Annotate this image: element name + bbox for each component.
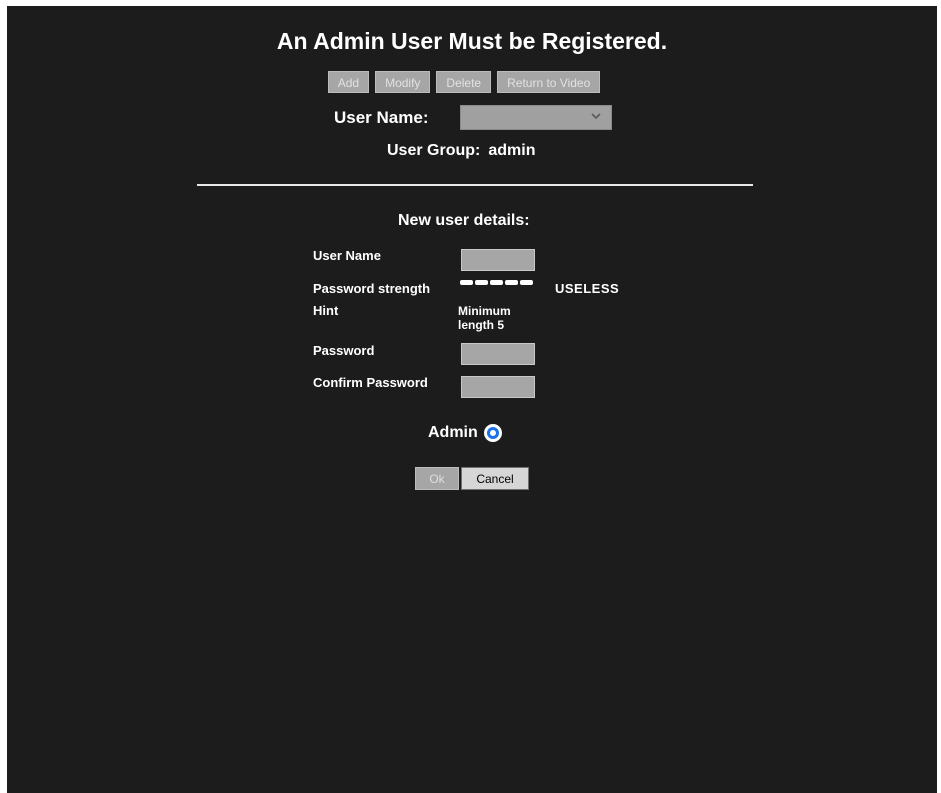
- dialog-actions: Ok Cancel: [415, 467, 529, 490]
- user-group-label: User Group:: [387, 142, 481, 159]
- new-user-name-label: User Name: [313, 248, 381, 263]
- user-group-value: admin: [488, 142, 536, 159]
- modify-button[interactable]: Modify: [375, 71, 431, 93]
- hint-value: Minimum length 5: [458, 304, 511, 332]
- section-divider: [197, 184, 753, 186]
- admin-radio[interactable]: [483, 424, 502, 442]
- cancel-button[interactable]: Cancel: [461, 467, 529, 490]
- password-strength-meter: [460, 280, 535, 285]
- password-input[interactable]: [461, 343, 535, 365]
- hint-label: Hint: [313, 303, 339, 318]
- strength-segment: [505, 280, 518, 285]
- page-title: An Admin User Must be Registered.: [276, 28, 668, 54]
- password-label: Password: [313, 343, 375, 358]
- strength-segment: [520, 280, 533, 285]
- strength-segment: [460, 280, 473, 285]
- confirm-password-label: Confirm Password: [313, 375, 428, 390]
- admin-option: Admin: [428, 424, 502, 442]
- user-name-select-label: User Name:: [334, 107, 429, 127]
- user-toolbar: Add Modify Delete Return to Video: [0, 71, 929, 93]
- password-strength-label: Password strength: [313, 281, 431, 296]
- new-user-name-input[interactable]: [461, 249, 535, 271]
- user-name-row: User Name:: [334, 105, 612, 130]
- strength-segment: [490, 280, 503, 285]
- password-strength-value: USELESS: [555, 281, 620, 296]
- admin-registration-panel: An Admin User Must be Registered. Add Mo…: [7, 6, 937, 793]
- user-name-select[interactable]: [460, 105, 612, 130]
- ok-button[interactable]: Ok: [415, 467, 459, 490]
- return-to-video-button[interactable]: Return to Video: [497, 71, 601, 93]
- new-user-heading: New user details:: [398, 212, 530, 229]
- add-button[interactable]: Add: [327, 71, 370, 93]
- delete-button[interactable]: Delete: [436, 71, 492, 93]
- chevron-down-icon: [591, 113, 601, 120]
- user-group-row: User Group: admin: [387, 142, 535, 160]
- admin-label: Admin: [428, 424, 478, 441]
- confirm-password-input[interactable]: [461, 376, 535, 398]
- strength-segment: [475, 280, 488, 285]
